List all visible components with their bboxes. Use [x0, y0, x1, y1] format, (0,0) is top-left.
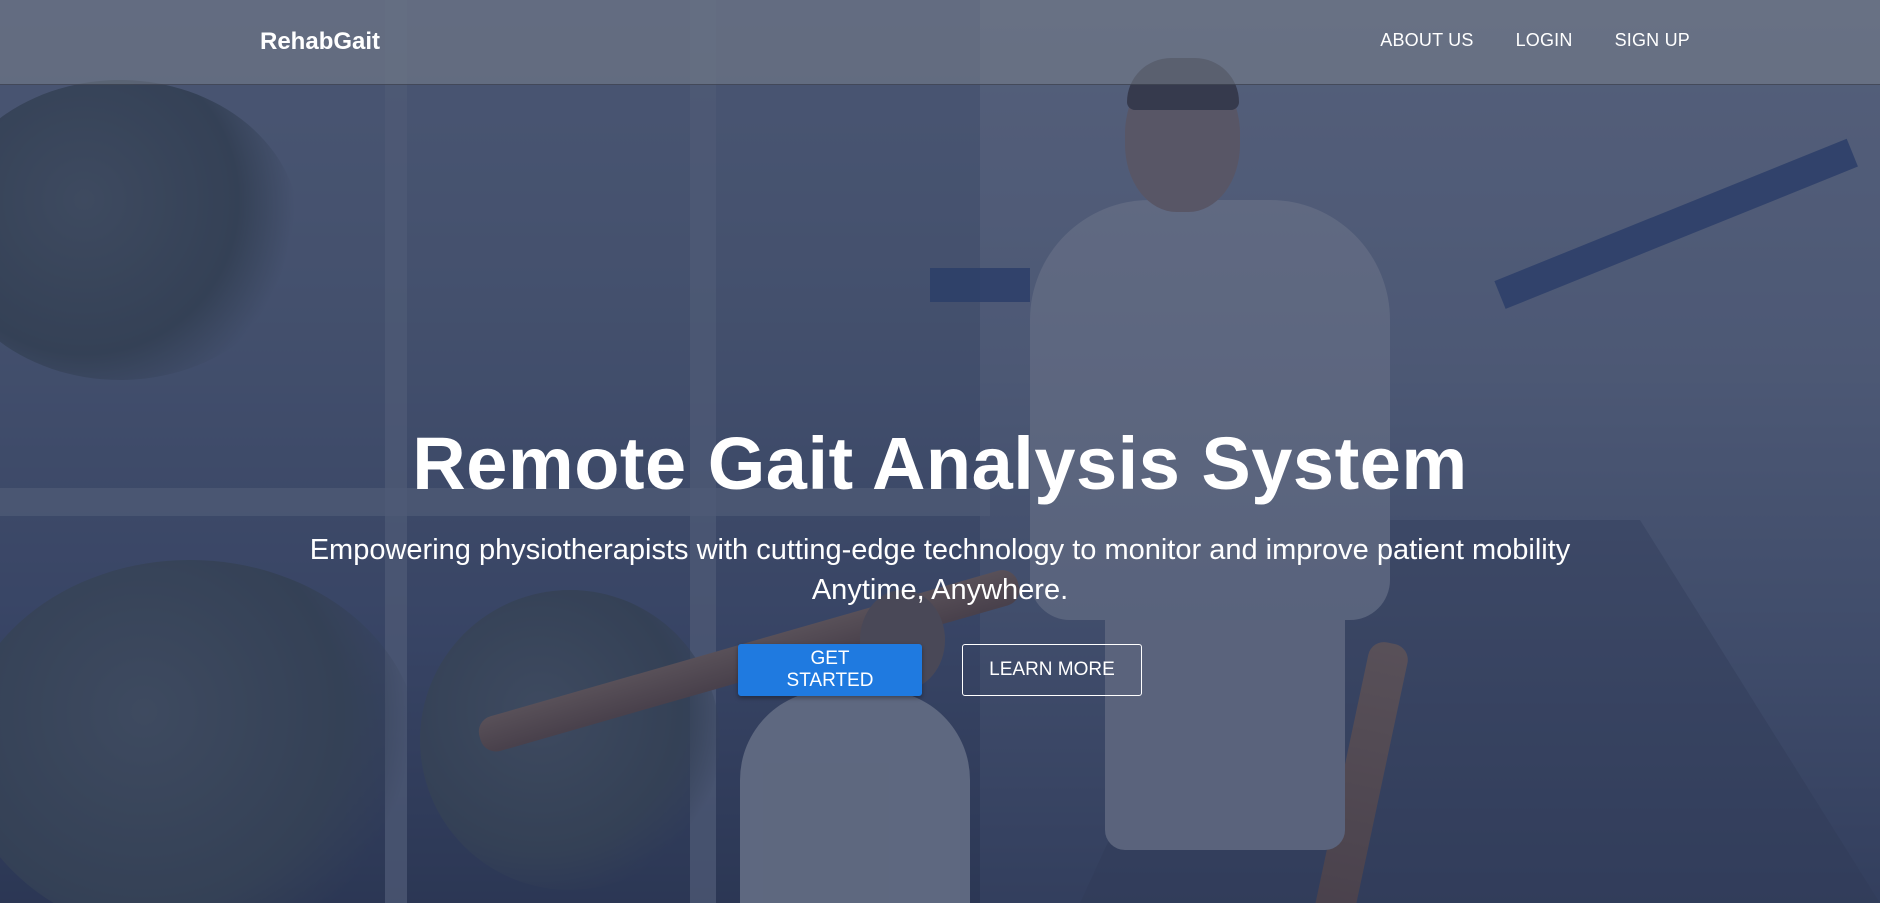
hero-title: Remote Gait Analysis System	[412, 422, 1468, 505]
hero-subtitle-line-2: Anytime, Anywhere.	[811, 574, 1069, 606]
nav-sign-up-link[interactable]: SIGN UP	[1615, 30, 1690, 51]
nav-links: ABOUT US LOGIN SIGN UP	[1380, 30, 1690, 51]
get-started-button[interactable]: GET STARTED	[738, 644, 922, 696]
top-navbar: RehabGait ABOUT US LOGIN SIGN UP	[0, 0, 1880, 85]
hero-subtitle: Empowering physiotherapists with cutting…	[240, 530, 1640, 610]
nav-login-link[interactable]: LOGIN	[1516, 30, 1573, 51]
hero-actions: GET STARTED LEARN MORE	[0, 644, 1880, 696]
nav-about-us-link[interactable]: ABOUT US	[1380, 30, 1473, 51]
hero-section: RehabGait ABOUT US LOGIN SIGN UP Remote …	[0, 0, 1880, 903]
brand-logo-link[interactable]: RehabGait	[260, 28, 380, 56]
learn-more-button[interactable]: LEARN MORE	[962, 644, 1142, 696]
hero-subtitle-line-1: Empowering physiotherapists with cutting…	[309, 534, 1571, 566]
hero-content: Remote Gait Analysis System Empowering p…	[0, 420, 1880, 696]
